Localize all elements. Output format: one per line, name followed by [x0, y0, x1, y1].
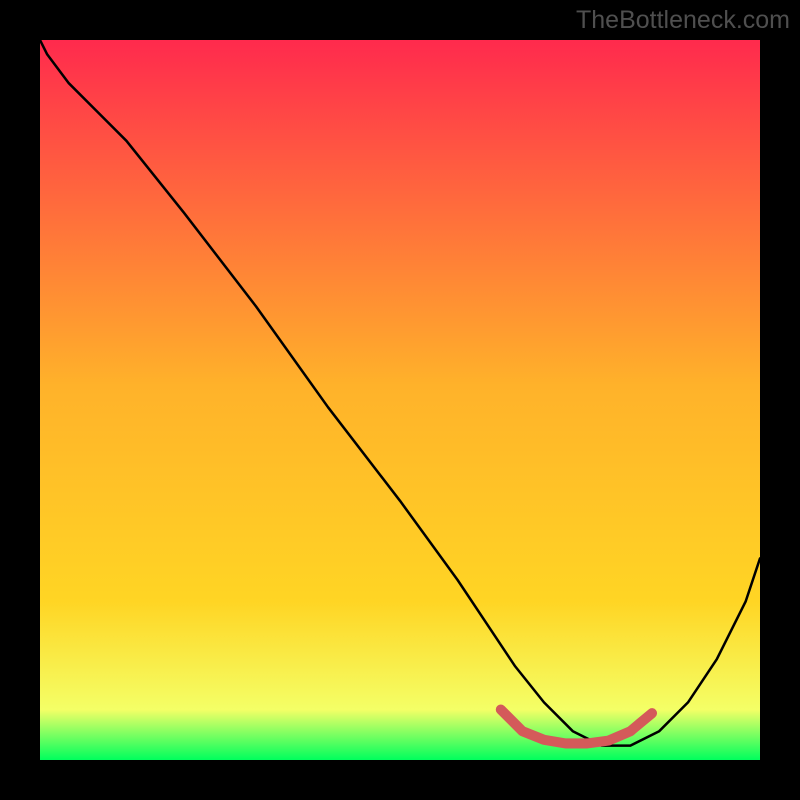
plot-svg: [40, 40, 760, 760]
chart-canvas: TheBottleneck.com: [0, 0, 800, 800]
watermark-text: TheBottleneck.com: [576, 6, 790, 35]
gradient-background: [40, 40, 760, 760]
plot-area: [40, 40, 760, 760]
